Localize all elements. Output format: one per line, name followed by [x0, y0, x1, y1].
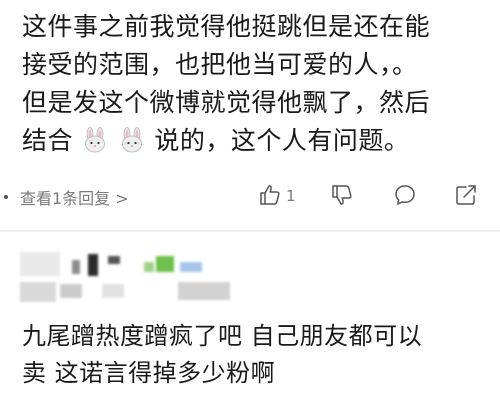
- rabbit-emoji-icon: [85, 127, 106, 153]
- blurred-username: [180, 262, 202, 272]
- blurred-username: [144, 262, 154, 272]
- blurred-meta: [178, 282, 230, 300]
- reply-line-1: 九尾蹭热度蹭疯了吧 自己朋友都可以: [22, 322, 423, 350]
- blurred-username: [20, 252, 60, 276]
- blurred-meta: [20, 282, 56, 302]
- blurred-meta: [60, 284, 82, 298]
- blurred-username: [108, 256, 120, 264]
- blurred-username: [72, 260, 80, 274]
- thumbs-down-icon[interactable]: [330, 183, 354, 207]
- bullet-dot: [4, 195, 8, 199]
- blurred-username: [88, 254, 98, 276]
- thumbs-up-icon[interactable]: [258, 183, 282, 207]
- section-divider: [0, 230, 500, 232]
- comment-line-4-end: 说的，这个人有问题。: [154, 126, 410, 155]
- comment-bubble-icon[interactable]: [393, 183, 417, 207]
- blurred-username: [156, 256, 174, 272]
- like-count: 1: [286, 187, 296, 205]
- reply-text: 九尾蹭热度蹭疯了吧 自己朋友都可以 卖 这诺言得掉多少粉啊: [22, 318, 492, 392]
- view-replies-link[interactable]: 查看1条回复 >: [20, 185, 129, 209]
- comment-line-4-start: 结合: [22, 126, 74, 155]
- reply-user-info-blurred: [20, 250, 500, 310]
- comment-action-bar: 查看1条回复 > 1: [0, 177, 500, 217]
- comment-line-2: 接受的范围，也把他当可爱的人，。: [22, 50, 418, 79]
- share-icon[interactable]: [454, 183, 478, 207]
- comment-text: 这件事之前我觉得他挺跳但是还在能 接受的范围，也把他当可爱的人，。 但是发这个微…: [22, 8, 492, 160]
- rabbit-emoji-icon: [122, 127, 142, 153]
- blurred-meta: [102, 284, 124, 298]
- comment-line-4: 结合 说的，这个人有问题。: [22, 122, 492, 160]
- comment-line-3: 但是发这个微博就觉得他飘了，然后: [22, 88, 431, 117]
- comment-line-1: 这件事之前我觉得他挺跳但是还在能: [22, 12, 431, 41]
- reply-line-2: 卖 这诺言得掉多少粉啊: [22, 359, 276, 387]
